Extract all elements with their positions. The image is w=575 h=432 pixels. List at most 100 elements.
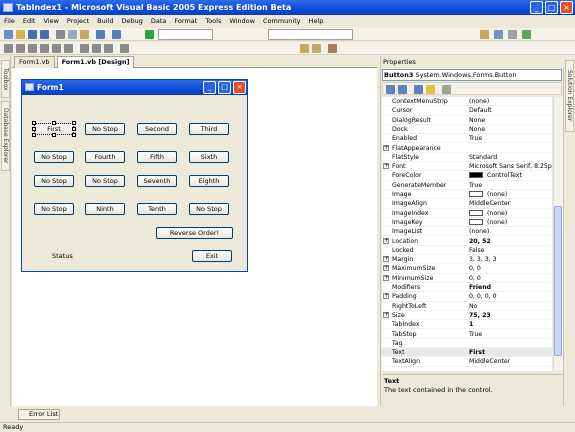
redo-icon[interactable]: [112, 30, 121, 39]
menu-window[interactable]: Window: [225, 15, 259, 27]
property-row[interactable]: TabStop True: [382, 330, 552, 339]
property-row[interactable]: Tag: [382, 339, 552, 349]
expand-icon[interactable]: +: [383, 163, 389, 170]
property-row[interactable]: ImageList (none): [382, 227, 552, 237]
property-row[interactable]: TextAlign MiddleCenter: [382, 357, 552, 367]
property-row[interactable]: GenerateMember True: [382, 181, 552, 190]
form-button-13[interactable]: No Stop: [34, 203, 74, 215]
property-row[interactable]: + Location 20, 52: [382, 237, 552, 246]
database-explorer-tab[interactable]: Database Explorer: [1, 101, 10, 171]
save-icon[interactable]: [28, 30, 37, 39]
property-value[interactable]: 1: [469, 320, 552, 329]
save-all-icon[interactable]: [40, 30, 49, 39]
property-row[interactable]: Cursor Default: [382, 106, 552, 116]
property-value[interactable]: True: [469, 181, 552, 190]
events-icon[interactable]: [426, 85, 435, 94]
expand-icon[interactable]: +: [383, 274, 389, 281]
size-to-grid-icon[interactable]: [120, 44, 129, 53]
property-row[interactable]: + Font Microsoft Sans Serif, 8.25pt: [382, 162, 552, 172]
property-row[interactable]: RightToLeft No: [382, 302, 552, 311]
property-row[interactable]: ForeColor ControlText: [382, 171, 552, 181]
menu-format[interactable]: Format: [170, 15, 201, 27]
property-value[interactable]: None: [469, 116, 552, 125]
form-button-6[interactable]: Fourth: [85, 151, 125, 163]
property-row[interactable]: TabIndex 1: [382, 320, 552, 330]
bring-to-front-icon[interactable]: [300, 44, 309, 53]
error-list-tab[interactable]: Error List: [18, 409, 60, 420]
property-row[interactable]: + Padding 0, 0, 0, 0: [382, 292, 552, 302]
form-button-12[interactable]: Eighth: [189, 175, 229, 187]
menu-help[interactable]: Help: [305, 15, 328, 27]
form-button-8[interactable]: Sixth: [189, 151, 229, 163]
menu-tools[interactable]: Tools: [201, 15, 225, 27]
make-same-height-icon[interactable]: [92, 44, 101, 53]
align-middles-icon[interactable]: [52, 44, 61, 53]
property-value[interactable]: MiddleCenter: [469, 199, 552, 208]
align-tops-icon[interactable]: [40, 44, 49, 53]
menu-edit[interactable]: Edit: [19, 15, 40, 27]
property-value[interactable]: (none): [469, 97, 552, 106]
form-button-14[interactable]: Ninth: [85, 203, 125, 215]
copy-icon[interactable]: [68, 30, 77, 39]
selection-handle[interactable]: [32, 133, 36, 137]
config-dropdown[interactable]: [158, 29, 213, 40]
property-row[interactable]: Locked False: [382, 246, 552, 256]
property-row[interactable]: ContextMenuStrip (none): [382, 97, 552, 107]
categorized-icon[interactable]: [386, 85, 395, 94]
property-value[interactable]: First: [469, 348, 552, 357]
property-value[interactable]: 0, 0: [469, 264, 552, 273]
menu-debug[interactable]: Debug: [118, 15, 147, 27]
form1-window[interactable]: Form1 _ □ × First No Stop Second Third No St…: [21, 79, 248, 272]
property-value[interactable]: 0, 0: [469, 274, 552, 283]
new-project-icon[interactable]: [4, 30, 13, 39]
close-button[interactable]: ×: [560, 1, 573, 14]
property-row[interactable]: + MinimumSize 0, 0: [382, 274, 552, 283]
form-button-2[interactable]: No Stop: [85, 123, 125, 135]
property-row[interactable]: Image (none): [382, 190, 552, 200]
property-scroll-thumb[interactable]: [554, 206, 562, 356]
selection-handle[interactable]: [52, 121, 56, 125]
property-value[interactable]: 0, 0, 0, 0: [469, 292, 552, 301]
undo-icon[interactable]: [96, 30, 105, 39]
menu-view[interactable]: View: [39, 15, 62, 27]
form-button-3[interactable]: Second: [137, 123, 177, 135]
property-value[interactable]: (none): [469, 218, 552, 227]
property-row[interactable]: + Margin 3, 3, 3, 3: [382, 255, 552, 265]
align-rights-icon[interactable]: [28, 44, 37, 53]
alphabetical-icon[interactable]: [398, 85, 407, 94]
property-value[interactable]: (none): [469, 209, 552, 218]
paste-icon[interactable]: [80, 30, 89, 39]
solution-explorer-tab[interactable]: Solution Explorer: [565, 60, 574, 132]
menu-data[interactable]: Data: [147, 15, 171, 27]
make-same-size-icon[interactable]: [104, 44, 113, 53]
start-page-icon[interactable]: [522, 30, 531, 39]
toolbox-tab[interactable]: Toolbox: [1, 60, 10, 98]
property-pages-icon[interactable]: [442, 85, 451, 94]
property-value[interactable]: True: [469, 134, 552, 143]
property-row[interactable]: FlatStyle Standard: [382, 153, 552, 163]
open-icon[interactable]: [16, 30, 25, 39]
selection-handle[interactable]: [52, 133, 56, 137]
expand-icon[interactable]: +: [383, 237, 389, 244]
property-row[interactable]: Enabled True: [382, 134, 552, 144]
solution-explorer-icon[interactable]: [480, 30, 489, 39]
form-button-9[interactable]: No Stop: [34, 175, 74, 187]
property-value[interactable]: (none): [469, 227, 552, 236]
send-to-back-icon[interactable]: [312, 44, 321, 53]
minimize-button[interactable]: _: [530, 1, 543, 14]
property-value[interactable]: True: [469, 330, 552, 339]
form-button-10[interactable]: No Stop: [85, 175, 125, 187]
selection-handle[interactable]: [32, 121, 36, 125]
selection-handle[interactable]: [72, 133, 76, 137]
property-row[interactable]: Dock None: [382, 125, 552, 135]
property-value[interactable]: 3, 3, 3, 3: [469, 255, 552, 264]
tab-design[interactable]: Form1.vb [Design]: [56, 56, 135, 68]
start-debug-icon[interactable]: [145, 30, 154, 39]
property-value[interactable]: None: [469, 125, 552, 134]
property-row[interactable]: + MaximumSize 0, 0: [382, 264, 552, 274]
menu-build[interactable]: Build: [93, 15, 117, 27]
make-same-width-icon[interactable]: [80, 44, 89, 53]
property-value[interactable]: Standard: [469, 153, 552, 162]
selection-handle[interactable]: [32, 127, 36, 131]
properties-window-icon[interactable]: [494, 30, 503, 39]
